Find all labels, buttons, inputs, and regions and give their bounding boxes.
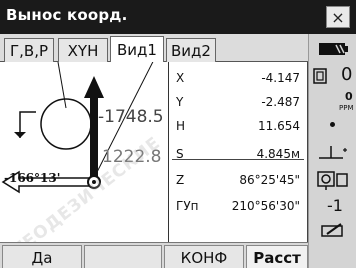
distance-bottom-label: 1222.8	[102, 147, 161, 167]
tilt-icon	[319, 146, 347, 159]
tab-view1-label: Вид1	[117, 41, 157, 59]
tab-xyh[interactable]: XYH	[58, 38, 108, 62]
softkey-yes-label: Да	[31, 248, 53, 267]
tab-view1[interactable]: Вид1	[110, 36, 164, 63]
status-sidebar: 0 0 PPM -1	[308, 34, 356, 268]
measurement-s: S 4.845м	[170, 144, 308, 166]
panel-divider	[168, 62, 169, 242]
guide-line-left	[57, 62, 67, 109]
measurement-s-value: 4.845м	[256, 147, 300, 161]
softkey-bar: Да КОНФ Расст	[0, 242, 308, 268]
measurement-z: Z 86°25'45"	[170, 170, 308, 192]
softkey-distance-label: Расст	[253, 248, 301, 267]
tab-hvd-label: Г,В,Р	[9, 41, 49, 60]
ppm-label: PPM	[339, 104, 354, 112]
edit-icon[interactable]	[321, 222, 345, 238]
tab-hvd[interactable]: Г,В,Р	[4, 38, 54, 62]
measurement-y-label: Y	[176, 95, 184, 109]
close-button[interactable]: ×	[326, 6, 350, 28]
measurement-hz-value: 210°56'30"	[231, 199, 300, 213]
tab-view2-label: Вид2	[171, 41, 211, 60]
measurement-x-label: X	[176, 71, 185, 85]
window-title: Вынос коорд.	[6, 6, 128, 24]
softkey-empty[interactable]	[84, 245, 162, 268]
forward-arrow-shaft	[90, 96, 98, 180]
prism-icon	[313, 68, 327, 84]
forward-arrow-icon	[84, 76, 104, 98]
tab-bar: Г,В,Р XYH Вид1 Вид2	[0, 34, 308, 63]
measurement-hz: ГУп 210°56'30"	[170, 196, 308, 218]
softkey-config[interactable]: КОНФ	[164, 245, 244, 268]
status-dot-icon	[330, 122, 335, 127]
close-icon: ×	[331, 7, 345, 27]
tab-view2[interactable]: Вид2	[166, 38, 216, 62]
tab-xyh-label: XYH	[67, 41, 99, 60]
measurement-z-label: Z	[176, 173, 185, 187]
softkey-distance[interactable]: Расст	[246, 245, 308, 268]
measurement-h: H 11.654	[170, 116, 308, 138]
softkey-yes[interactable]: Да	[2, 245, 82, 268]
measurement-h-label: H	[176, 119, 186, 133]
measurement-z-value: 86°25'45"	[239, 173, 300, 187]
measurement-x: X -4.147	[170, 68, 308, 90]
measurement-y: Y -2.487	[170, 92, 308, 114]
measurement-x-value: -4.147	[261, 71, 300, 85]
softkey-config-label: КОНФ	[180, 248, 228, 267]
ppm-value: 0	[345, 90, 353, 103]
measurement-h-value: 11.654	[258, 119, 300, 133]
prism-constant-value: 0	[341, 64, 353, 85]
battery-icon	[319, 43, 348, 55]
measurement-s-label: S	[176, 147, 184, 161]
stakeout-graphic: -1748.5 1222.8 -166°13'	[1, 62, 164, 194]
angle-label: -166°13'	[4, 171, 60, 185]
measurement-hz-label: ГУп	[176, 199, 199, 213]
target-type-icon	[317, 171, 348, 190]
title-bar: Вынос коорд. ×	[0, 0, 356, 34]
distance-top-label: -1748.5	[98, 107, 164, 127]
content-panel: -1748.5 1222.8 -166°13' X -4.147 Y -2.48…	[0, 62, 308, 260]
measurement-y-value: -2.487	[261, 95, 300, 109]
bracket-arrow-icon	[14, 132, 26, 138]
target-mode-value: -1	[327, 196, 343, 215]
